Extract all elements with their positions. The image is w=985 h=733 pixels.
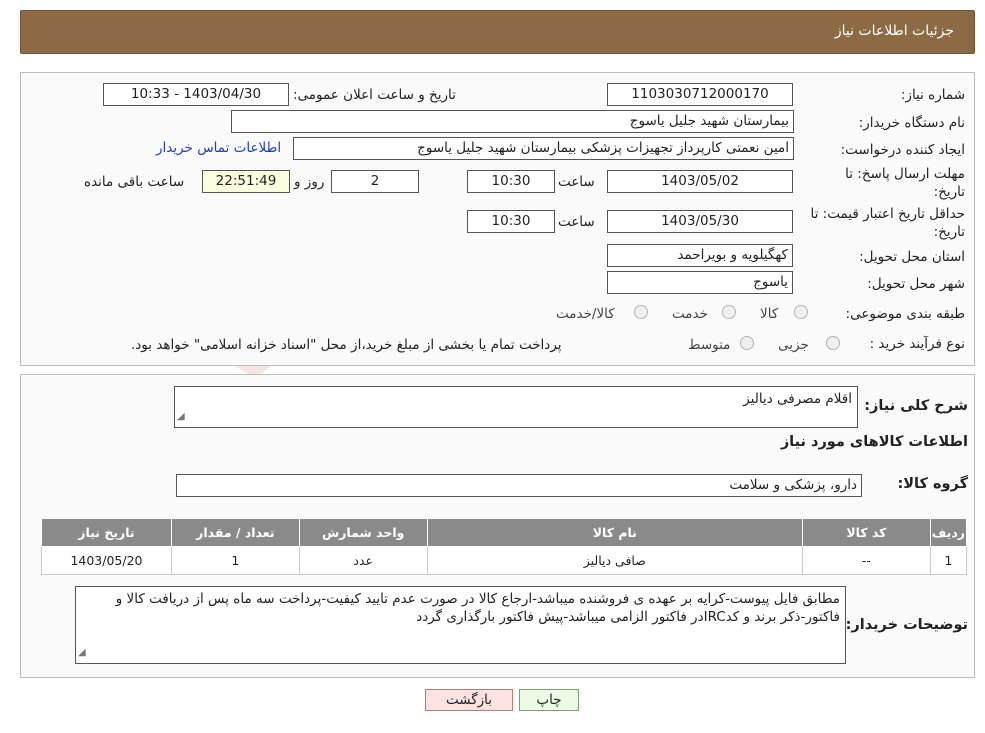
table-row: 1 -- صافی دیالیز عدد 1 1403/05/20 [41, 546, 968, 575]
validity-date-field: 1403/05/30 [607, 210, 793, 233]
days-field: 2 [331, 170, 419, 193]
days-label: روز و [294, 174, 325, 190]
buyer-notes-label: توضیحات خریدار: [845, 617, 968, 633]
goods-table: ردیف کد کالا نام کالا واحد شمارش تعداد /… [41, 518, 968, 575]
category-radio-goods-service[interactable] [634, 305, 648, 319]
cell-unit: عدد [298, 546, 428, 575]
cell-code: -- [801, 546, 931, 575]
remaining-time-label: ساعت باقی مانده [84, 174, 185, 190]
reply-time-label: ساعت [558, 174, 595, 190]
cell-quantity: 1 [170, 546, 300, 575]
col-unit: واحد شمارش [298, 518, 428, 547]
announce-label: تاریخ و ساعت اعلان عمومی: [293, 87, 456, 103]
price-validity-label-date: تاریخ: [933, 224, 965, 240]
province-field: کهگیلویه و بویراحمد [607, 244, 793, 267]
back-button[interactable]: بازگشت [425, 689, 513, 711]
reply-deadline-label-date: تاریخ: [933, 184, 965, 200]
buyer-org-field: بیمارستان شهید جلیل یاسوج [231, 110, 794, 133]
category-radio-service[interactable] [722, 305, 736, 319]
validity-time-field: 10:30 [467, 210, 555, 233]
buyer-notes-field: مطابق فایل پیوست-کرایه بر عهده ی فروشنده… [75, 586, 846, 664]
process-radio-minor[interactable] [826, 336, 840, 350]
col-code: کد کالا [801, 518, 931, 547]
creator-field: امین نعمتی کارپرداز تجهیزات پزشکی بیمارس… [293, 137, 794, 160]
need-number-label: شماره نیاز: [900, 87, 965, 103]
process-option-minor: جزیی [778, 337, 809, 353]
col-row: ردیف [929, 518, 968, 547]
creator-label: ایجاد کننده درخواست: [840, 142, 965, 158]
reply-deadline-label: مهلت ارسال پاسخ: تا [845, 166, 965, 182]
goods-table-header: ردیف کد کالا نام کالا واحد شمارش تعداد /… [41, 518, 968, 547]
goods-group-label: گروه کالا: [897, 476, 968, 492]
col-name: نام کالا [426, 518, 803, 547]
col-quantity: تعداد / مقدار [170, 518, 300, 547]
description-text: اقلام مصرفی دیالیز [743, 391, 852, 407]
need-number-field: 1103030712000170 [607, 83, 793, 106]
reply-date-field: 1403/05/02 [607, 170, 793, 193]
page-title: جزئیات اطلاعات نیاز [834, 23, 954, 39]
resize-grip-icon[interactable]: ◢ [78, 644, 86, 662]
description-label: شرح کلی نیاز: [864, 398, 968, 414]
validity-time-label: ساعت [558, 214, 595, 230]
city-field: یاسوج [607, 271, 793, 294]
description-field: اقلام مصرفی دیالیز ◢ [174, 386, 858, 428]
process-type-label: نوع فرآیند خرید : [869, 336, 965, 352]
category-option-goods: کالا [760, 306, 779, 322]
province-label: استان محل تحویل: [859, 249, 965, 265]
remaining-time-field: 22:51:49 [202, 170, 290, 193]
category-option-service: خدمت [672, 306, 708, 322]
process-payment-note: پرداخت تمام یا بخشی از مبلغ خرید،از محل … [131, 337, 562, 353]
page-header: جزئیات اطلاعات نیاز [20, 10, 975, 54]
cell-need-date: 1403/05/20 [41, 546, 172, 575]
price-validity-label: حداقل تاریخ اعتبار قیمت: تا [810, 206, 965, 222]
category-label: طبقه بندی موضوعی: [845, 306, 965, 322]
buyer-org-label: نام دستگاه خریدار: [858, 115, 965, 131]
process-option-medium: متوسط [688, 337, 731, 353]
process-radio-medium[interactable] [740, 336, 754, 350]
city-label: شهر محل تحویل: [867, 276, 965, 292]
reply-time-field: 10:30 [467, 170, 555, 193]
resize-grip-icon[interactable]: ◢ [177, 408, 185, 426]
buyer-notes-text: مطابق فایل پیوست-کرایه بر عهده ی فروشنده… [115, 591, 840, 625]
goods-section-title: اطلاعات کالاهای مورد نیاز [780, 434, 968, 450]
goods-group-field: دارو، پزشکی و سلامت [176, 474, 862, 497]
buyer-contact-link[interactable]: اطلاعات تماس خریدار [156, 140, 281, 156]
announce-field: 1403/04/30 - 10:33 [103, 83, 289, 106]
cell-row: 1 [929, 546, 968, 575]
col-need-date: تاریخ نیاز [41, 518, 172, 547]
cell-name: صافی دیالیز [426, 546, 803, 575]
category-radio-goods[interactable] [794, 305, 808, 319]
category-option-goods-service: کالا/خدمت [556, 306, 615, 322]
print-button[interactable]: چاپ [519, 689, 579, 711]
